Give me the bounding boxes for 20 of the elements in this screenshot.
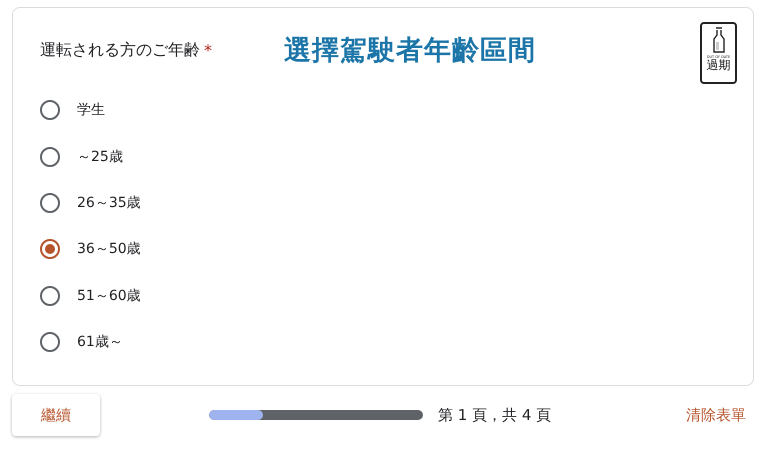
option-label: 26～35歳: [77, 194, 141, 212]
bottle-icon: [712, 27, 726, 53]
option-label: 61歳～: [77, 333, 123, 352]
option-label: 51～60歳: [77, 286, 141, 305]
radio-button[interactable]: [40, 192, 60, 213]
radio-button[interactable]: [40, 239, 60, 260]
required-mark: *: [204, 40, 212, 60]
next-button[interactable]: 繼續: [12, 394, 100, 436]
option-label: 36～50歳: [77, 240, 141, 258]
question-title: 運転される方のご年齢: [40, 40, 200, 60]
badge-label: 過期: [706, 59, 730, 72]
radio-button[interactable]: [40, 286, 60, 306]
option-label: ～25歳: [77, 148, 123, 166]
option-label: 学生: [77, 101, 105, 120]
caption-text: 選擇駕駛者年齡區間: [284, 34, 536, 68]
page-indicator: 第 1 頁，共 4 頁: [438, 406, 552, 424]
clear-form-link[interactable]: 清除表單: [686, 406, 746, 424]
radio-button[interactable]: [40, 332, 60, 352]
radio-button[interactable]: [40, 100, 60, 120]
radio-button[interactable]: [40, 146, 60, 167]
